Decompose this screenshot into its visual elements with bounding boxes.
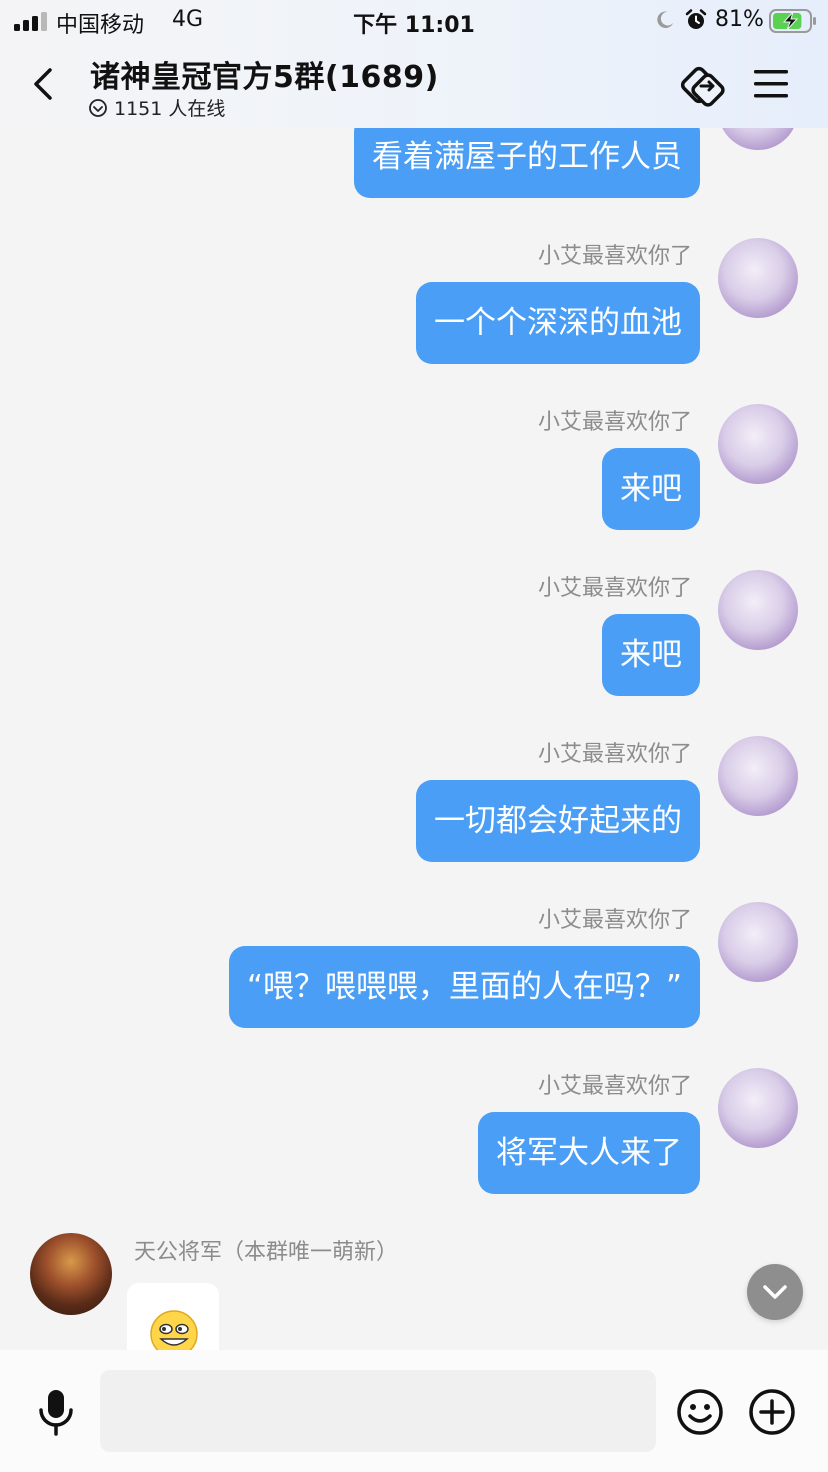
chevron-down-icon [763, 1285, 787, 1299]
sender-name: 小艾最喜欢你了 [537, 244, 692, 269]
online-status[interactable]: 1151 人在线 [88, 94, 225, 121]
other-user-avatar[interactable] [30, 1233, 112, 1315]
chat-messages[interactable]: 看着满屋子的工作人员 小艾最喜欢你了 一个个深深的血池 小艾最喜欢你了 来吧 小… [0, 128, 828, 1350]
moon-icon [657, 11, 674, 28]
microphone-icon[interactable] [36, 1388, 76, 1436]
avatar[interactable] [718, 404, 798, 484]
sticker-message[interactable] [127, 1283, 219, 1350]
avatar[interactable] [718, 902, 798, 982]
back-chevron-icon[interactable] [28, 64, 60, 104]
emoji-icon[interactable] [676, 1388, 724, 1436]
sender-name: 小艾最喜欢你了 [537, 576, 692, 601]
message-bubble[interactable]: 来吧 [602, 448, 700, 530]
message-bubble[interactable]: 一切都会好起来的 [416, 780, 700, 862]
status-bar: 中国移动 4G 下午 11:01 81% [0, 0, 828, 42]
battery-percent: 81% [715, 7, 764, 32]
battery-charging-icon [769, 9, 816, 33]
plus-icon[interactable] [748, 1388, 796, 1436]
group-title[interactable]: 诸神皇冠官方5群(1689) [90, 52, 439, 96]
message-bubble[interactable]: 看着满屋子的工作人员 [354, 128, 700, 198]
sender-name: 小艾最喜欢你了 [537, 742, 692, 767]
alarm-icon [685, 9, 707, 29]
message-input[interactable] [100, 1370, 656, 1452]
chat-header: 诸神皇冠官方5群(1689) 1151 人在线 [0, 42, 828, 128]
message-bubble[interactable]: 将军大人来了 [478, 1112, 700, 1194]
avatar[interactable] [718, 1068, 798, 1148]
input-bar [0, 1350, 828, 1472]
message-bubble[interactable]: “喂？喂喂喂，里面的人在吗？” [228, 946, 700, 1028]
online-count: 1151 人在线 [114, 98, 226, 120]
message-bubble[interactable]: 来吧 [602, 614, 700, 696]
avatar[interactable] [718, 570, 798, 650]
sender-name: 天公将军（本群唯一萌新） [134, 1240, 399, 1265]
grinning-face-sticker-icon [150, 1310, 198, 1350]
online-check-icon [89, 98, 107, 117]
sender-name: 小艾最喜欢你了 [537, 1074, 692, 1099]
exchange-icon[interactable] [678, 64, 726, 110]
avatar[interactable] [718, 128, 798, 150]
menu-icon[interactable] [753, 68, 789, 100]
avatar[interactable] [718, 238, 798, 318]
scroll-to-bottom-button[interactable] [747, 1264, 803, 1320]
sender-name: 小艾最喜欢你了 [537, 908, 692, 933]
message-bubble[interactable]: 一个个深深的血池 [416, 282, 700, 364]
avatar[interactable] [718, 736, 798, 816]
sender-name: 小艾最喜欢你了 [537, 410, 692, 435]
